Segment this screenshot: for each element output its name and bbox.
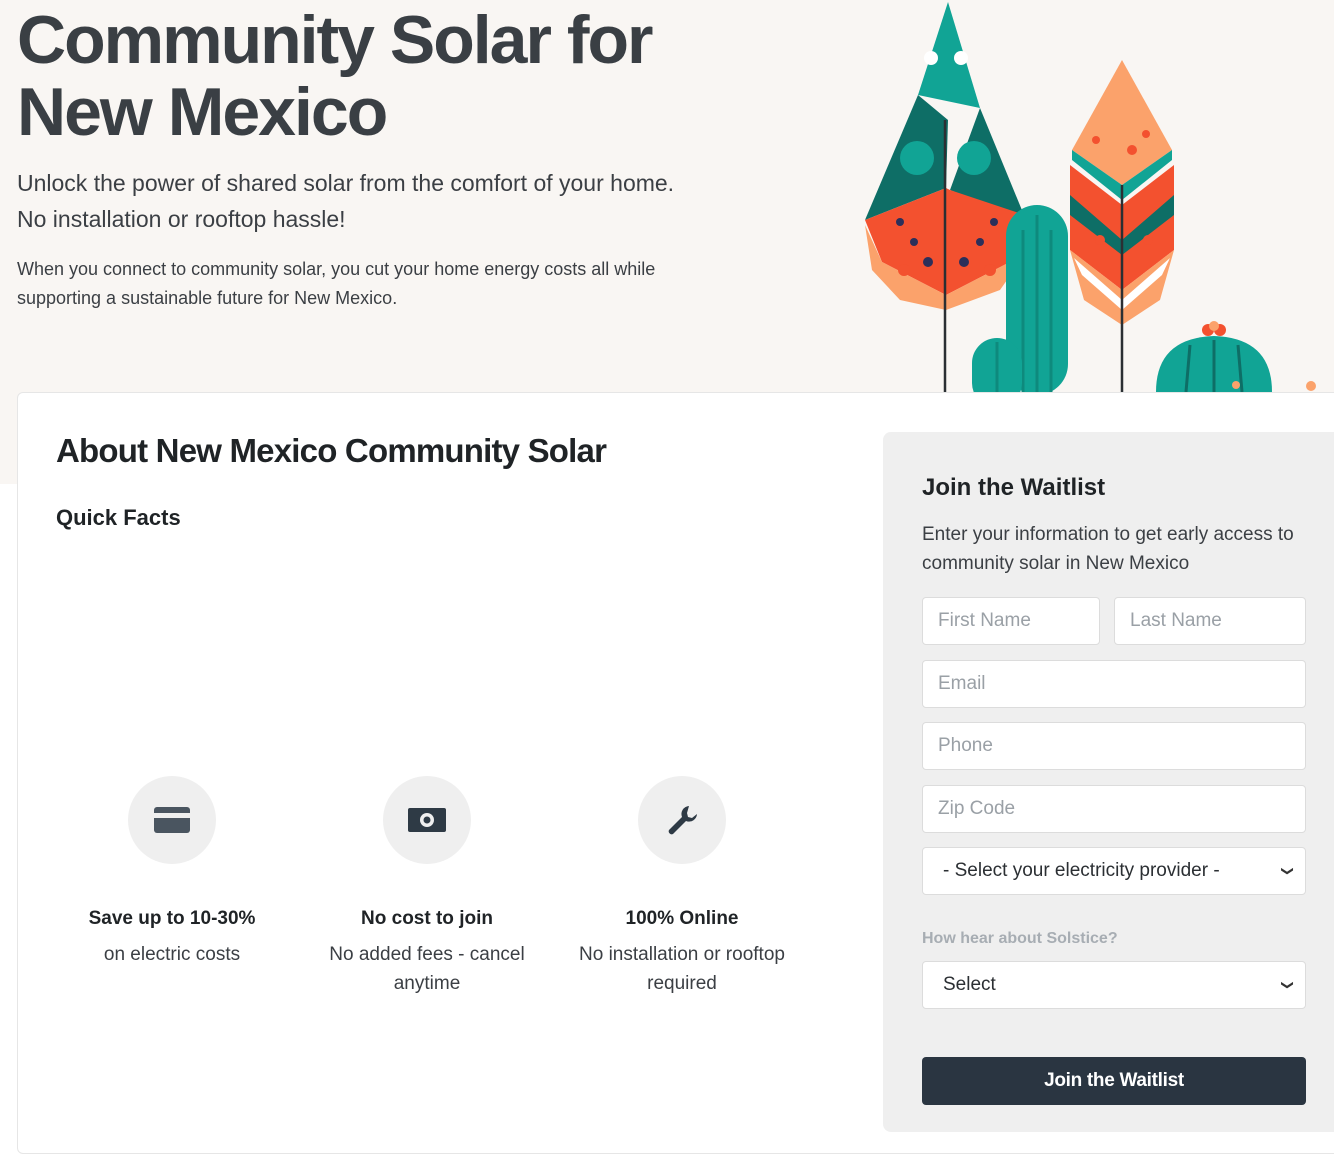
join-waitlist-button[interactable]: Join the Waitlist xyxy=(922,1057,1306,1105)
hear-about-label: How hear about Solstice? xyxy=(922,930,1118,947)
waitlist-title: Join the Waitlist xyxy=(922,474,1106,501)
small-cactus-icon xyxy=(972,338,1022,392)
zip-code-input[interactable] xyxy=(922,785,1306,833)
hero-description-line-1: When you connect to community solar, you… xyxy=(17,259,656,279)
fact-no-cost-text: No added fees - cancel anytime xyxy=(329,944,525,994)
chevron-down-icon: ❯ xyxy=(1280,865,1295,877)
hero-subtitle: Unlock the power of shared solar from th… xyxy=(17,165,797,237)
hero-description-line-2: supporting a sustainable future for New … xyxy=(17,288,398,308)
first-name-input[interactable] xyxy=(922,597,1100,645)
flower-icon xyxy=(1306,381,1316,391)
fact-no-cost: No cost to join No added fees - cancel a… xyxy=(307,776,547,998)
electricity-provider-value: - Select your electricity provider - xyxy=(943,860,1220,881)
fact-online: 100% Online No installation or rooftop r… xyxy=(562,776,802,998)
fact-online-title: 100% Online xyxy=(625,908,739,929)
fact-savings: Save up to 10-30% on electric costs xyxy=(52,776,292,969)
hero-subtitle-line-2: No installation or rooftop hassle! xyxy=(17,206,346,232)
fact-no-cost-title: No cost to join xyxy=(361,908,493,929)
fact-savings-text: on electric costs xyxy=(103,944,241,965)
hear-about-select[interactable]: Select ❯ xyxy=(922,961,1306,1009)
fact-savings-title: Save up to 10-30% xyxy=(88,908,256,929)
quick-facts-title: Quick Facts xyxy=(56,505,181,530)
hero-subtitle-line-1: Unlock the power of shared solar from th… xyxy=(17,170,675,196)
right-feather-icon xyxy=(1070,60,1174,392)
hero-title: Community Solar for New Mexico xyxy=(17,4,777,148)
hero-title-line-2: New Mexico xyxy=(17,74,388,150)
cash-icon xyxy=(383,776,471,864)
left-feather-icon xyxy=(865,2,1028,392)
electricity-provider-select[interactable]: - Select your electricity provider - ❯ xyxy=(922,847,1306,895)
about-title: About New Mexico Community Solar xyxy=(56,432,607,469)
email-input[interactable] xyxy=(922,660,1306,708)
wrench-icon xyxy=(638,776,726,864)
round-cactus-icon xyxy=(1156,321,1272,392)
phone-input[interactable] xyxy=(922,722,1306,770)
fact-online-text: No installation or rooftop required xyxy=(579,944,785,994)
chevron-down-icon: ❯ xyxy=(1280,979,1295,991)
credit-card-icon xyxy=(128,776,216,864)
last-name-input[interactable] xyxy=(1114,597,1306,645)
hero-title-line-1: Community Solar for xyxy=(17,2,653,78)
hear-about-value: Select xyxy=(943,974,996,995)
hero-description: When you connect to community solar, you… xyxy=(17,255,777,313)
waitlist-description: Enter your information to get early acce… xyxy=(922,524,1294,574)
feather-cactus-illustration xyxy=(865,2,1316,392)
